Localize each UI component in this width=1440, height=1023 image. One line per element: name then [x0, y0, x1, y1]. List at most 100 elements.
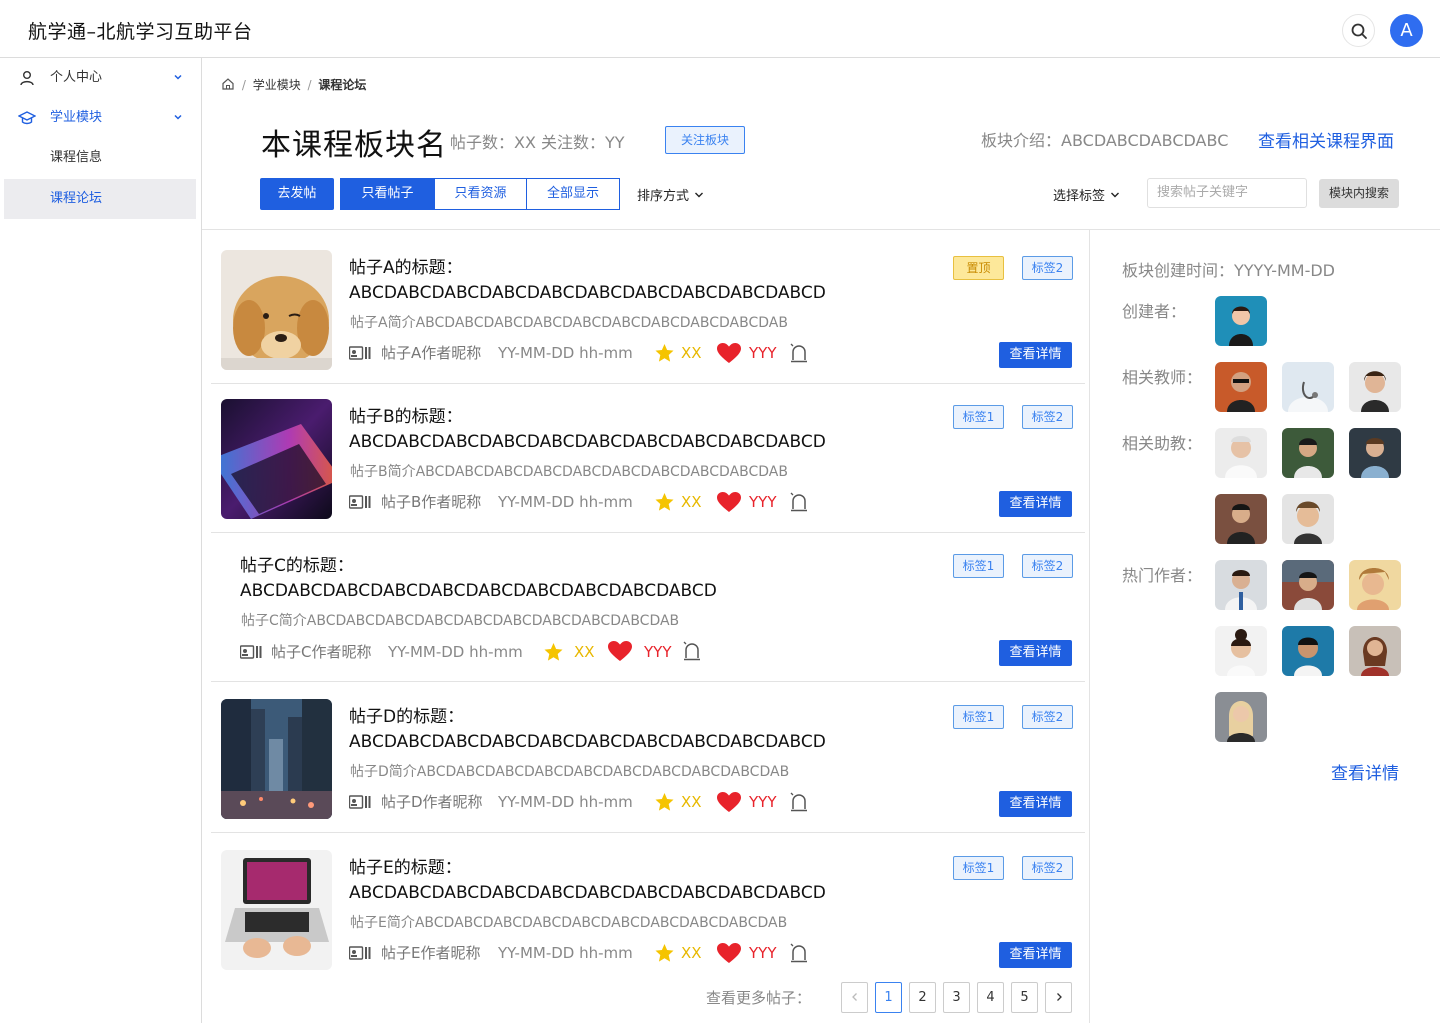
- post-summary: 帖子D简介ABCDABCDABCDABCDABCDABCDABCDABCDABC…: [350, 764, 790, 780]
- page-button[interactable]: 4: [977, 982, 1004, 1013]
- post-tag[interactable]: 标签1: [953, 405, 1004, 429]
- user-avatar[interactable]: A: [1390, 14, 1423, 47]
- prev-page-button[interactable]: [841, 982, 868, 1013]
- post-tag[interactable]: 标签2: [1022, 705, 1073, 729]
- post-author[interactable]: 帖子D作者昵称: [381, 791, 483, 813]
- post-star-count: XX: [681, 344, 702, 362]
- teacher-avatar[interactable]: [1349, 362, 1401, 412]
- hot-author-avatar[interactable]: [1215, 626, 1267, 676]
- board-intro: 板块介绍：ABCDABCDABCDABC: [981, 131, 1229, 150]
- heart-icon[interactable]: [717, 343, 741, 364]
- post-title[interactable]: 帖子E的标题： ABCDABCDABCDABCDABCDABCDABCDABCD…: [349, 856, 826, 906]
- heart-icon[interactable]: [717, 492, 741, 513]
- post-author[interactable]: 帖子A作者昵称: [381, 342, 481, 364]
- star-icon[interactable]: [654, 792, 675, 812]
- post-time: YY-MM-DD hh-mm: [498, 344, 633, 362]
- view-detail-button[interactable]: 查看详情: [999, 342, 1072, 368]
- next-page-button[interactable]: [1045, 982, 1072, 1013]
- alarm-icon[interactable]: [789, 942, 809, 964]
- teacher-avatar[interactable]: [1282, 362, 1334, 412]
- heart-icon[interactable]: [717, 943, 741, 964]
- post-title-line2: ABCDABCDABCDABCDABCDABCDABCDABCDABCDABCD: [349, 283, 826, 303]
- view-detail-button[interactable]: 查看详情: [999, 791, 1072, 817]
- related-course-link[interactable]: 查看相关课程界面: [1258, 127, 1394, 152]
- filter-show-all[interactable]: 全部显示: [526, 178, 620, 210]
- filter-resources-only[interactable]: 只看资源: [434, 178, 527, 210]
- view-detail-button[interactable]: 查看详情: [999, 942, 1072, 968]
- post-tag[interactable]: 标签2: [1022, 256, 1073, 280]
- global-search-button[interactable]: [1342, 14, 1375, 47]
- follow-board-button[interactable]: 关注板块: [665, 126, 745, 154]
- post-thumbnail[interactable]: [221, 250, 332, 370]
- post-author[interactable]: 帖子C作者昵称: [271, 641, 371, 663]
- hot-author-avatar[interactable]: [1215, 692, 1267, 742]
- post-like-count: YYY: [749, 944, 777, 962]
- breadcrumb-academic[interactable]: 学业模块: [253, 78, 301, 92]
- post-thumbnail[interactable]: [221, 699, 332, 819]
- sidebar-item-course-info[interactable]: 课程信息: [4, 138, 196, 178]
- heart-icon[interactable]: [608, 641, 632, 662]
- post-tag[interactable]: 标签2: [1022, 554, 1073, 578]
- teacher-avatar[interactable]: [1215, 362, 1267, 412]
- post-thumbnail[interactable]: [221, 850, 332, 970]
- home-icon[interactable]: [221, 77, 235, 91]
- star-icon[interactable]: [654, 943, 675, 963]
- post-tag[interactable]: 标签1: [953, 554, 1004, 578]
- sidebar-item-personal-center[interactable]: 个人中心: [4, 58, 196, 98]
- hot-author-avatar[interactable]: [1349, 626, 1401, 676]
- post-title[interactable]: 帖子D的标题： ABCDABCDABCDABCDABCDABCDABCDABCD…: [349, 705, 826, 755]
- view-detail-button[interactable]: 查看详情: [999, 491, 1072, 517]
- alarm-icon[interactable]: [682, 640, 702, 662]
- post-tag[interactable]: 标签1: [953, 705, 1004, 729]
- author-card-icon: [240, 645, 262, 659]
- post-author[interactable]: 帖子B作者昵称: [381, 491, 481, 513]
- post-search-input[interactable]: 搜索帖子关键字: [1147, 178, 1307, 208]
- hot-author-avatar[interactable]: [1215, 560, 1267, 610]
- panel-view-detail-link[interactable]: 查看详情: [1331, 759, 1399, 784]
- sidebar-item-course-forum[interactable]: 课程论坛: [4, 179, 196, 219]
- post-like-count: YYY: [644, 643, 672, 661]
- post-title[interactable]: 帖子C的标题： ABCDABCDABCDABCDABCDABCDABCDABCD…: [240, 554, 717, 604]
- post-tag[interactable]: 标签1: [953, 856, 1004, 880]
- hot-author-avatar[interactable]: [1282, 560, 1334, 610]
- star-icon[interactable]: [654, 343, 675, 363]
- filter-posts-only[interactable]: 只看帖子: [340, 178, 435, 210]
- author-card-icon: [349, 495, 371, 509]
- hot-author-avatar[interactable]: [1349, 560, 1401, 610]
- app-title: 航学通–北航学习互助平台: [28, 21, 253, 43]
- alarm-icon[interactable]: [789, 342, 809, 364]
- post-title[interactable]: 帖子A的标题： ABCDABCDABCDABCDABCDABCDABCDABCD…: [349, 256, 826, 306]
- post-tag[interactable]: 标签2: [1022, 405, 1073, 429]
- post-tag[interactable]: 标签2: [1022, 856, 1073, 880]
- hot-author-avatar[interactable]: [1282, 626, 1334, 676]
- sidebar-item-academic[interactable]: 学业模块: [4, 98, 196, 138]
- page-button[interactable]: 3: [943, 982, 970, 1013]
- post-title-line1: 帖子A的标题：: [349, 258, 463, 278]
- board-search-button[interactable]: 模块内搜索: [1319, 179, 1399, 208]
- post-title-line1: 帖子D的标题：: [349, 707, 465, 727]
- page-button[interactable]: 1: [875, 982, 902, 1013]
- star-icon[interactable]: [543, 642, 564, 662]
- sort-dropdown[interactable]: 排序方式: [637, 185, 705, 204]
- ta-avatar[interactable]: [1215, 428, 1267, 478]
- ta-avatar[interactable]: [1215, 494, 1267, 544]
- ta-avatar[interactable]: [1282, 428, 1334, 478]
- page-button[interactable]: 5: [1011, 982, 1038, 1013]
- heart-icon[interactable]: [717, 792, 741, 813]
- creator-avatar[interactable]: [1215, 296, 1267, 346]
- sort-label: 排序方式: [637, 189, 690, 204]
- page-button[interactable]: 2: [909, 982, 936, 1013]
- sidebar-item-label: 个人中心: [50, 70, 103, 85]
- pinned-tag[interactable]: 置顶: [953, 256, 1004, 280]
- new-post-button[interactable]: 去发帖: [260, 178, 334, 210]
- alarm-icon[interactable]: [789, 491, 809, 513]
- ta-avatar[interactable]: [1282, 494, 1334, 544]
- tag-select-dropdown[interactable]: 选择标签: [1053, 185, 1121, 204]
- ta-avatar[interactable]: [1349, 428, 1401, 478]
- alarm-icon[interactable]: [789, 791, 809, 813]
- post-author[interactable]: 帖子E作者昵称: [381, 942, 480, 964]
- post-title[interactable]: 帖子B的标题： ABCDABCDABCDABCDABCDABCDABCDABCD…: [349, 405, 826, 455]
- post-thumbnail[interactable]: [221, 399, 332, 519]
- view-detail-button[interactable]: 查看详情: [999, 640, 1072, 666]
- star-icon[interactable]: [654, 492, 675, 512]
